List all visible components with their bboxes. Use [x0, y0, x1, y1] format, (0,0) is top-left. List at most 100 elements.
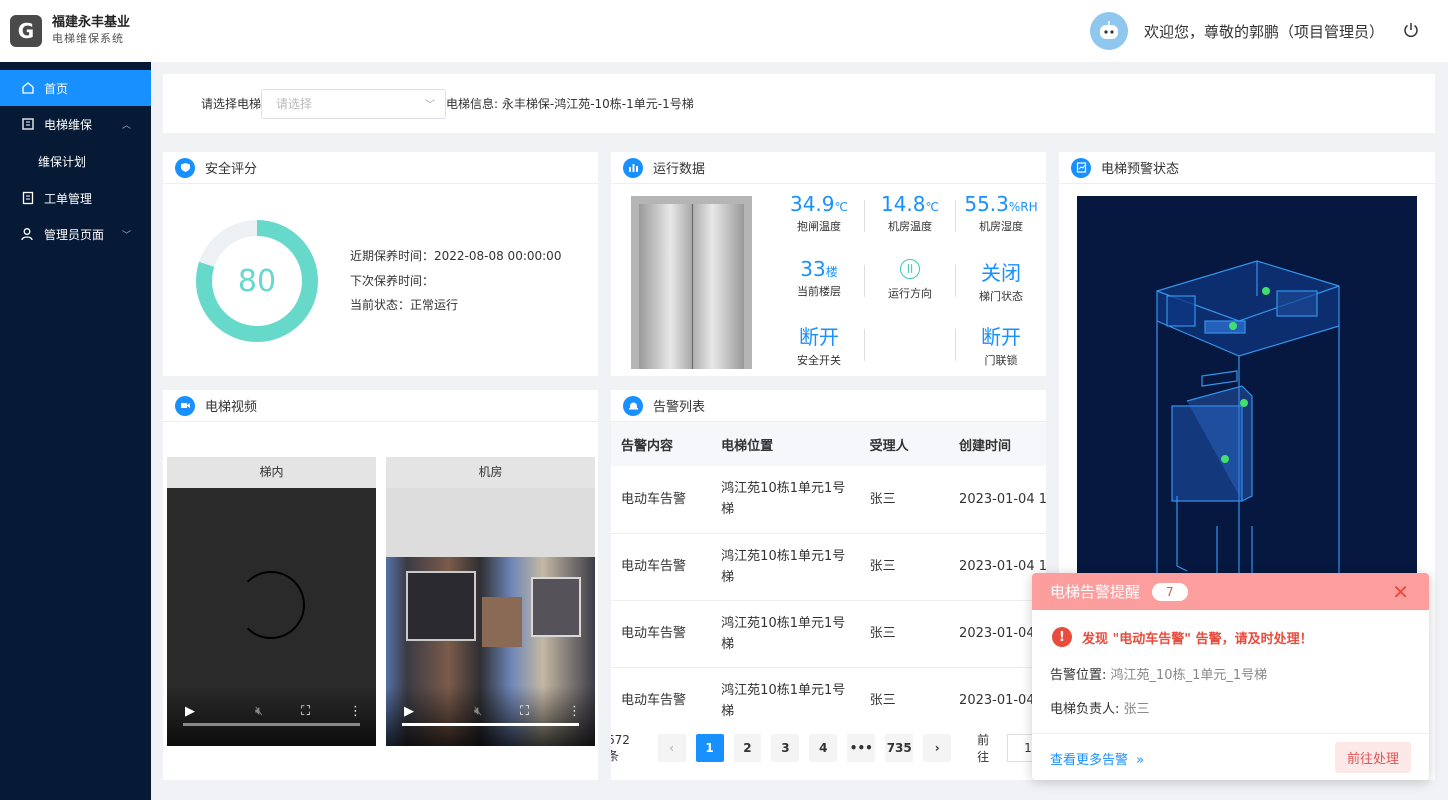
alarm-location: 告警位置: 鸿江苑_10栋_1单元_1号梯: [1050, 668, 1268, 683]
home-icon: [20, 80, 36, 96]
page-button[interactable]: 2: [733, 734, 762, 762]
select-placeholder: 请选择: [276, 97, 313, 111]
video-label: 机房: [386, 457, 595, 488]
alarm-table: 告警内容 电梯位置 受理人 创建时间 电动车告警 鸿江苑10栋1单元1号梯张三 20…: [611, 422, 1046, 735]
power-icon[interactable]: [1402, 21, 1420, 42]
filter-label: 请选择电梯: [201, 97, 262, 111]
page-button[interactable]: 3: [771, 734, 800, 762]
sidebar-item-work-orders[interactable]: 工单管理: [0, 180, 151, 216]
metric-safety-switch: 断开 安全开关: [797, 325, 841, 367]
alarm-list-panel: 告警列表 告警内容 电梯位置 受理人 创建时间 电动车告警 鸿江苑10栋1单元1号…: [611, 390, 1046, 780]
safety-score-value: 80: [237, 263, 277, 299]
document-chart-icon: [1071, 157, 1091, 178]
video-progress[interactable]: [402, 723, 579, 726]
sidebar-item-admin[interactable]: 管理员页面 ﹀: [0, 216, 151, 252]
welcome-text: 欢迎您，尊敬的郭鹏（项目管理员）: [1143, 22, 1384, 41]
column-header[interactable]: 电梯位置: [711, 422, 860, 466]
running-data-panel: 运行数据 34.9℃ 抱闸温度 14.8℃ 机房温度 55.3%RH 机房湿度 33楼…: [611, 152, 1046, 376]
sidebar-item-label: 管理员页面: [44, 227, 105, 242]
video-label: 梯内: [167, 457, 376, 488]
robot-avatar-icon[interactable]: [1089, 12, 1128, 50]
go-handle-button[interactable]: 前往处理: [1334, 742, 1411, 773]
user-gear-icon: [20, 226, 36, 242]
more-options-icon[interactable]: ⋮: [568, 704, 581, 719]
elevator-info: 电梯信息: 永丰梯保-鸿江苑-10栋-1单元-1号梯: [446, 97, 694, 111]
metric-room-temp: 14.8℃ 机房温度: [880, 192, 939, 233]
double-chevron-right-icon: »: [1136, 753, 1145, 768]
sidebar-item-maintenance-plan[interactable]: 维保计划: [0, 142, 151, 180]
alarm-notification: 电梯告警提醒 7 ✕ ! 发现 "电动车告警" 告警，请及时处理！ 告警位置: …: [1032, 573, 1429, 780]
sidebar-item-label: 工单管理: [44, 191, 93, 206]
brand-name: 福建永丰基业: [52, 15, 131, 30]
elevator-filter-bar: 请选择电梯 请选择 ﹀ 电梯信息: 永丰梯保-鸿江苑-10栋-1单元-1号梯: [163, 74, 1435, 133]
play-icon[interactable]: ▶: [404, 704, 414, 719]
elevator-owner: 电梯负责人: 张三: [1050, 702, 1150, 717]
page-button[interactable]: 1: [695, 734, 724, 762]
sidebar-item-maintenance[interactable]: 电梯维保 ︿: [0, 106, 151, 142]
fullscreen-icon[interactable]: ⛶: [301, 704, 310, 719]
metric-room-humidity: 55.3%RH 机房湿度: [964, 192, 1038, 233]
video-player-car[interactable]: 梯内 ▶ 🔇︎ ⛶ ⋮: [167, 457, 376, 746]
alarm-count-badge: 7: [1152, 582, 1188, 601]
chevron-down-icon: ﹀: [425, 100, 436, 111]
safety-gauge: 80: [195, 219, 319, 343]
clipboard-icon: [20, 190, 36, 206]
close-icon[interactable]: ✕: [1392, 580, 1409, 604]
brand-subtitle: 电梯维保系统: [52, 32, 124, 45]
fullscreen-icon[interactable]: ⛶: [520, 704, 529, 719]
mute-icon[interactable]: 🔇︎: [474, 704, 482, 719]
pause-icon: ||: [900, 259, 920, 279]
next-page-icon[interactable]: ›: [923, 734, 952, 762]
sidebar-item-home[interactable]: 首页: [0, 70, 151, 106]
metric-direction: || 运行方向: [865, 257, 955, 301]
notification-title: 电梯告警提醒: [1050, 583, 1141, 601]
elevator-video-panel: 电梯视频 梯内 ▶ 🔇︎ ⛶ ⋮ 机房 ▶ 🔇︎ ⛶ ⋮: [163, 390, 598, 780]
alarm-bell-icon: [623, 395, 643, 416]
panel-title: 电梯视频: [205, 400, 258, 415]
page-button[interactable]: 735: [885, 734, 914, 762]
current-status: 当前状态：正常运行: [350, 298, 459, 312]
chevron-down-icon: ﹀: [121, 230, 131, 241]
loading-spinner-icon: [237, 571, 305, 639]
more-options-icon[interactable]: ⋮: [349, 704, 362, 719]
panel-title: 安全评分: [205, 162, 258, 177]
metric-floor: 33楼 当前楼层: [797, 257, 841, 298]
logo-icon: G: [10, 15, 42, 47]
more-pages-icon[interactable]: •••: [847, 734, 876, 762]
elevator-3d-view[interactable]: [1077, 196, 1417, 576]
panel-title: 运行数据: [653, 162, 706, 177]
column-header[interactable]: 受理人: [859, 422, 950, 466]
table-row[interactable]: 电动车告警 鸿江苑10栋1单元1号梯张三 2023-01-04: [611, 600, 1046, 668]
book-icon: [20, 116, 36, 132]
chevron-up-icon: ︿: [121, 120, 131, 131]
table-row[interactable]: 电动车告警 鸿江苑10栋1单元1号梯张三 2023-01-04 1: [611, 466, 1046, 534]
goto-label: 前往: [977, 733, 990, 763]
column-header[interactable]: 告警内容: [611, 422, 712, 466]
sidebar: G 福建永丰基业 电梯维保系统 首页 电梯维保 ︿ 维保计划 工单管理 管理员页…: [0, 0, 151, 800]
panel-title: 告警列表: [653, 400, 706, 415]
last-maintenance: 近期保养时间：2022-08-08 00:00:00: [350, 249, 562, 263]
warning-message: 发现 "电动车告警" 告警，请及时处理！: [1082, 631, 1313, 647]
play-icon[interactable]: ▶: [185, 704, 195, 719]
elevator-door-image: [631, 196, 752, 369]
sidebar-item-label: 维保计划: [38, 154, 87, 169]
prev-page-icon[interactable]: ‹: [657, 734, 686, 762]
column-header[interactable]: 创建时间: [949, 422, 1046, 466]
video-icon: [175, 395, 195, 416]
table-row[interactable]: 电动车告警 鸿江苑10栋1单元1号梯张三 2023-01-04: [611, 667, 1046, 735]
header: 欢迎您，尊敬的郭鹏（项目管理员）: [151, 0, 1448, 62]
alert-icon: !: [1052, 627, 1072, 647]
next-maintenance: 下次保养时间：: [350, 273, 435, 288]
page-button[interactable]: 4: [809, 734, 838, 762]
metric-door-status: 关闭 梯门状态: [979, 261, 1023, 303]
sidebar-item-label: 首页: [44, 81, 69, 96]
shield-icon: [175, 157, 195, 178]
mute-icon[interactable]: 🔇︎: [255, 704, 263, 719]
table-row[interactable]: 电动车告警 鸿江苑10栋1单元1号梯张三 2023-01-04 1: [611, 533, 1046, 601]
video-progress[interactable]: [183, 723, 360, 726]
view-more-alarms-link[interactable]: 查看更多告警 »: [1050, 749, 1144, 768]
elevator-select[interactable]: 请选择 ﹀: [261, 88, 447, 119]
video-player-machine-room[interactable]: 机房 ▶ 🔇︎ ⛶ ⋮: [386, 457, 595, 746]
panel-title: 电梯预警状态: [1101, 162, 1180, 177]
sidebar-item-label: 电梯维保: [44, 117, 93, 132]
